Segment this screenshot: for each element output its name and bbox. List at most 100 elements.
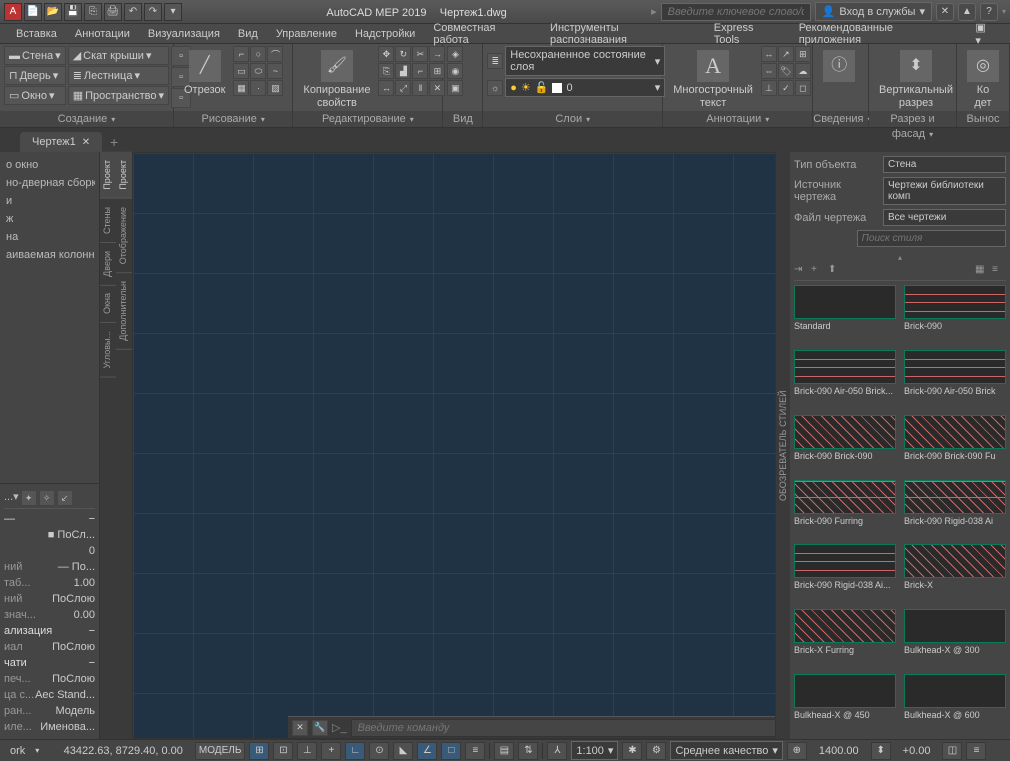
style-item[interactable]: Brick-090 Brick-090 Fu <box>904 415 1006 476</box>
rect-btn[interactable]: ▭ <box>233 63 249 79</box>
style-item[interactable]: Brick-090 <box>904 285 1006 346</box>
style-item[interactable]: Brick-X <box>904 544 1006 605</box>
layeriso-btn[interactable]: ☼ <box>487 80 503 96</box>
spline-btn[interactable]: ~ <box>267 63 283 79</box>
view3-btn[interactable]: ▣ <box>447 80 463 96</box>
ortho-toggle[interactable]: ∟ <box>345 742 365 760</box>
infer-toggle[interactable]: ⊥ <box>297 742 317 760</box>
props-btn3[interactable]: ↙ <box>57 490 73 506</box>
app-menu-button[interactable]: A <box>4 3 22 21</box>
panel-title-layers[interactable]: Слои▾ <box>483 111 662 127</box>
style-item[interactable]: Brick-090 Air-050 Brick... <box>794 350 896 411</box>
qat-undo[interactable]: ↶ <box>124 3 142 21</box>
tab-view[interactable]: Вид <box>230 26 266 42</box>
scale-btn[interactable]: ⤢ <box>395 80 411 96</box>
cut-btn[interactable]: ◫ <box>942 742 962 760</box>
side-tab-extra[interactable]: Дополнительн <box>116 273 132 350</box>
ellipse-btn[interactable]: ⬭ <box>250 63 266 79</box>
door-button[interactable]: ⊓Дверь▾ <box>4 66 66 85</box>
wall-button[interactable]: ▬Стена▾ <box>4 46 66 65</box>
dyn-toggle[interactable]: + <box>321 742 341 760</box>
type-field[interactable]: Стена <box>883 156 1006 173</box>
style-item[interactable]: Bulkhead-X @ 300 <box>904 609 1006 670</box>
side-tab-project[interactable]: Проект <box>100 152 116 199</box>
layerstate-combo[interactable]: Несохраненное состояние слоя▾ <box>505 46 665 76</box>
stair-button[interactable]: ≣Лестница▾ <box>68 66 169 85</box>
dim-btn[interactable]: ↔ <box>761 46 777 62</box>
view2-btn[interactable]: ◉ <box>447 63 463 79</box>
elev-btn[interactable]: ⬍ <box>871 742 891 760</box>
stretch-btn[interactable]: ↔ <box>378 80 394 96</box>
cloud-btn[interactable]: ☁ <box>795 63 811 79</box>
window-button[interactable]: ▭Окно▾ <box>4 86 66 105</box>
annoscale-btn[interactable]: ⅄ <box>547 742 567 760</box>
tp-item[interactable]: на <box>4 228 95 246</box>
signin-button[interactable]: 👤 Вход в службы ▾ <box>815 2 932 21</box>
side-tab-proj2[interactable]: Проект <box>116 152 132 199</box>
panel-title-draw[interactable]: Рисование▾ <box>174 111 292 127</box>
mtext-button[interactable]: A Многострочный текст <box>667 46 759 114</box>
quality-combo[interactable]: Среднее качество▾ <box>670 741 782 760</box>
scale-combo[interactable]: 1:100▾ <box>571 741 618 760</box>
trim-btn[interactable]: ✂ <box>412 46 428 62</box>
props-combo[interactable]: ...▾ <box>4 490 19 506</box>
callout-button[interactable]: ◎ Ко дет <box>961 46 1005 114</box>
style-item[interactable]: Brick-090 Rigid-038 Ai <box>904 480 1006 541</box>
gear-icon[interactable]: ⚙ <box>646 742 666 760</box>
tag-btn[interactable]: 🏷 <box>778 63 794 79</box>
rotate-btn[interactable]: ↻ <box>395 46 411 62</box>
side-tab-corner[interactable]: Угловы... <box>100 323 116 378</box>
panel-title-view[interactable]: Вид <box>443 111 482 127</box>
qat-open[interactable]: 📂 <box>44 3 62 21</box>
tp-item[interactable]: аиваемая колонна <box>4 246 95 264</box>
panel-title-section[interactable]: Разрез и фасад▾ <box>869 111 956 127</box>
panel-title-annot[interactable]: Аннотации▾ <box>663 111 812 127</box>
style-search-input[interactable] <box>857 230 1006 247</box>
tab-visualize[interactable]: Визуализация <box>140 26 228 42</box>
custom-btn[interactable]: ≡ <box>966 742 986 760</box>
new-tab-button[interactable]: + <box>104 132 124 152</box>
side-tab-doors[interactable]: Двери <box>100 243 116 286</box>
grid-toggle[interactable]: ⊞ <box>249 742 269 760</box>
layerprops-btn[interactable]: ≣ <box>487 53 503 69</box>
src-field[interactable]: Чертежи библиотеки комп <box>883 177 1006 205</box>
style-item[interactable]: Standard <box>794 285 896 346</box>
chevron-down-icon[interactable]: ▾ <box>35 746 39 755</box>
style-browser-title[interactable]: ОБОЗРЕВАТЕЛЬ СТИЛЕЙ <box>776 152 790 739</box>
offset-btn[interactable]: ‖ <box>412 80 428 96</box>
coordinates[interactable]: 43422.63, 8729.40, 0.00 <box>56 745 191 757</box>
style-item[interactable]: Brick-090 Rigid-038 Ai... <box>794 544 896 605</box>
region-btn[interactable]: ▨ <box>267 80 283 96</box>
style-item[interactable]: Brick-090 Furring <box>794 480 896 541</box>
snap-toggle[interactable]: ⊡ <box>273 742 293 760</box>
tp-item[interactable]: и <box>4 192 95 210</box>
view-list-btn[interactable]: ≡ <box>992 264 1006 278</box>
otrack-toggle[interactable]: □ <box>441 742 461 760</box>
chevron-down-icon[interactable]: ▾ <box>1002 7 1006 16</box>
props-btn2[interactable]: ✧ <box>39 490 55 506</box>
zoom-value[interactable]: 1400.00 <box>811 745 867 757</box>
file-tab-active[interactable]: Чертеж1 ✕ <box>20 132 102 152</box>
circle-btn[interactable]: ○ <box>250 46 266 62</box>
trans-toggle[interactable]: ▤ <box>494 742 514 760</box>
view-grid-btn[interactable]: ▦ <box>975 264 989 278</box>
info-button[interactable]: ⓘ <box>817 46 861 88</box>
style-item[interactable]: Brick-090 Brick-090 <box>794 415 896 476</box>
polyline-btn[interactable]: ⌐ <box>233 46 249 62</box>
tab-insert[interactable]: Вставка <box>8 26 65 42</box>
tp-item[interactable]: о окно <box>4 156 95 174</box>
exchange-button[interactable]: ✕ <box>936 3 954 21</box>
panel-title-callout[interactable]: Вынос <box>957 111 1009 127</box>
tp-item[interactable]: но-дверная сборка <box>4 174 95 192</box>
ws-toggle[interactable]: ⊕ <box>787 742 807 760</box>
cmd-tool1[interactable]: ✕ <box>292 720 308 736</box>
fillet-btn[interactable]: ⌐ <box>412 63 428 79</box>
collapse-button[interactable]: ▴ <box>794 253 1006 262</box>
file-field[interactable]: Все чертежи <box>883 209 1006 226</box>
lwt-toggle[interactable]: ≡ <box>465 742 485 760</box>
space-button[interactable]: ▦Пространство▾ <box>68 86 169 105</box>
mirror-btn[interactable]: ▟ <box>395 63 411 79</box>
iso-toggle[interactable]: ◣ <box>393 742 413 760</box>
view1-btn[interactable]: ◈ <box>447 46 463 62</box>
point-btn[interactable]: · <box>250 80 266 96</box>
